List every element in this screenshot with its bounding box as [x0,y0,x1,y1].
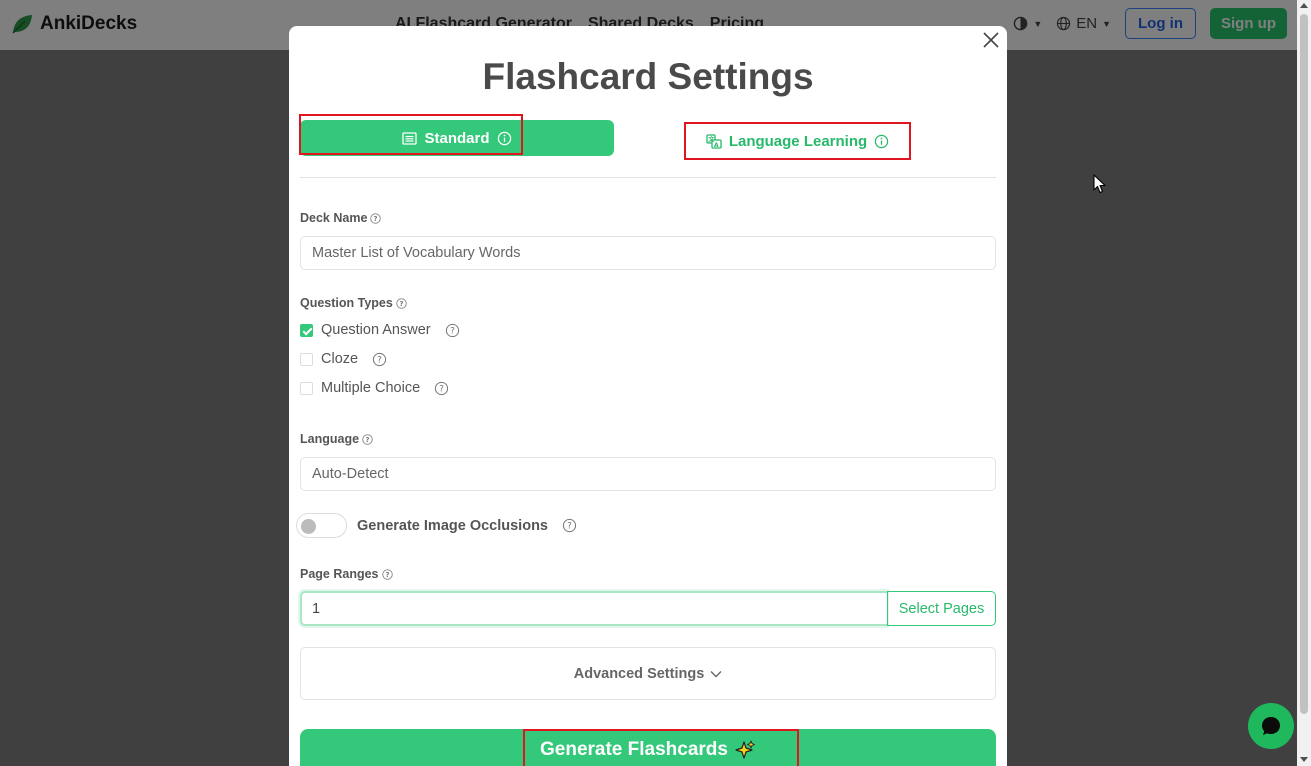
question-answer-checkbox[interactable] [300,323,313,337]
chat-icon [1262,717,1280,735]
svg-text:?: ? [567,522,572,532]
tab-standard[interactable]: Standard [299,114,614,156]
language-label: Language ? [300,432,373,446]
svg-text:A: A [714,141,719,148]
question-types-label: Question Types ? [300,296,407,310]
help-icon[interactable]: ? [562,518,577,533]
help-icon[interactable]: ? [370,212,382,224]
question-types-label-text: Question Types [300,296,393,310]
cloze-checkbox[interactable] [300,352,313,366]
deck-name-input[interactable]: Master List of Vocabulary Words [300,236,996,270]
tab-language-learning[interactable]: 文 A Language Learning [684,122,911,160]
svg-text:?: ? [450,326,455,336]
language-value: Auto-Detect [312,466,389,482]
multiple-choice-checkbox[interactable] [300,381,313,395]
flashcard-settings-modal: Flashcard Settings Standard 文 A Language… [289,26,1007,766]
page-ranges-input[interactable]: 1 [300,591,887,626]
advanced-settings-label: Advanced Settings [573,665,705,682]
divider [300,177,996,178]
image-occlusions-toggle[interactable] [296,513,347,538]
translate-icon: 文 A [706,133,722,148]
help-icon[interactable]: ? [362,433,373,445]
help-icon[interactable]: ? [381,568,393,580]
question-type-option[interactable]: Cloze ? [300,351,387,367]
svg-text:?: ? [366,435,370,443]
page-ranges-label: Page Ranges ? [300,567,393,581]
generate-flashcards-button[interactable]: Generate Flashcards [300,729,996,766]
info-icon[interactable] [874,134,889,149]
page-scrollbar[interactable] [1297,0,1311,766]
svg-text:?: ? [439,384,444,394]
svg-text:?: ? [385,570,389,578]
tab-language-learning-label: Language Learning [728,132,868,150]
chevron-down-icon [710,670,722,677]
close-button[interactable] [981,30,1001,50]
advanced-settings-toggle[interactable]: Advanced Settings [300,647,996,700]
help-icon[interactable]: ? [445,323,460,338]
image-occlusions-label: Generate Image Occlusions [357,517,548,534]
highlight-box [523,729,799,766]
cloze-label: Cloze [321,351,359,367]
deck-name-label-text: Deck Name [300,211,368,225]
page-ranges-label-text: Page Ranges [300,567,379,581]
highlight-box [299,114,523,155]
help-icon[interactable]: ? [434,381,449,396]
page-ranges-group: 1 Select Pages [300,591,996,626]
svg-text:?: ? [374,214,378,222]
scroll-thumb[interactable] [1300,14,1308,714]
image-occlusions-row: Generate Image Occlusions ? [296,513,577,538]
help-icon[interactable]: ? [372,352,387,367]
question-answer-label: Question Answer [321,322,431,338]
scroll-up-arrow-icon[interactable] [1300,3,1308,8]
deck-name-placeholder: Master List of Vocabulary Words [312,245,521,261]
toggle-knob [301,519,316,534]
modal-title: Flashcard Settings [482,56,814,97]
help-icon[interactable]: ? [396,297,407,309]
language-select[interactable]: Auto-Detect [300,457,996,491]
language-label-text: Language [300,432,360,446]
svg-text:?: ? [399,299,403,307]
svg-text:?: ? [377,355,382,365]
scroll-down-arrow-icon[interactable] [1300,757,1308,762]
close-icon [983,32,999,48]
question-type-option[interactable]: Question Answer ? [300,322,460,338]
question-type-option[interactable]: Multiple Choice ? [300,380,449,396]
select-pages-button[interactable]: Select Pages [887,591,996,626]
page-ranges-value: 1 [312,600,321,617]
chat-widget-button[interactable] [1248,703,1294,749]
multiple-choice-label: Multiple Choice [321,380,421,396]
mouse-cursor-icon [1093,174,1106,194]
deck-name-label: Deck Name ? [300,211,382,225]
